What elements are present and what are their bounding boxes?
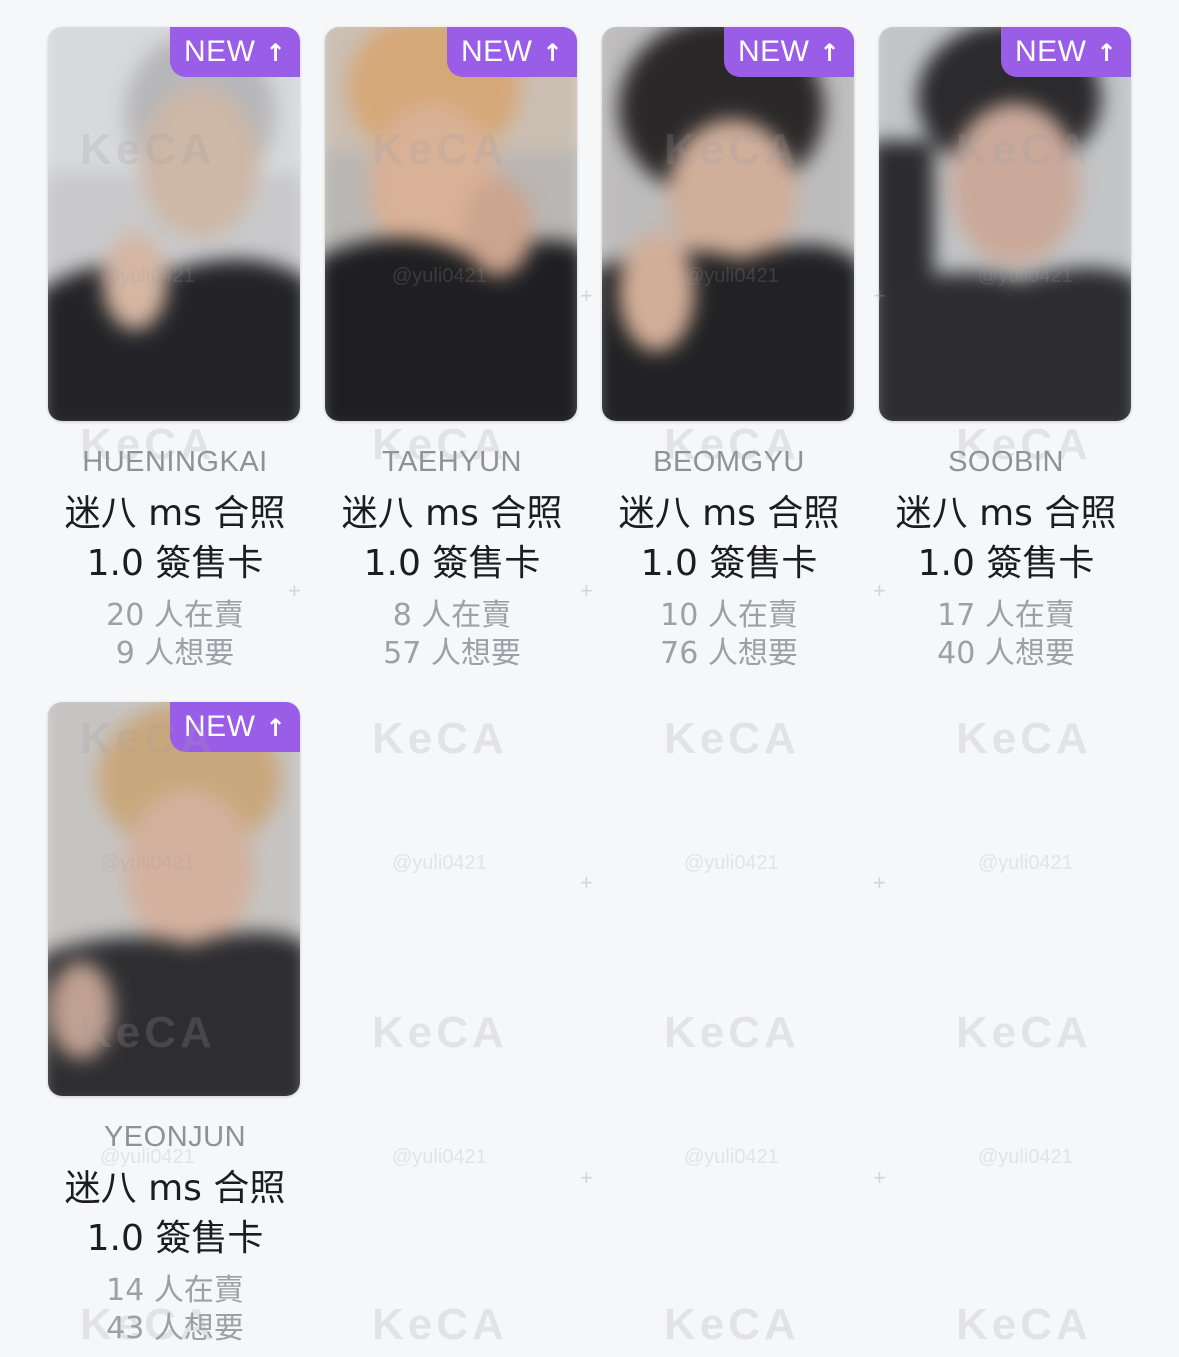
- photo-blurred-image: [48, 702, 300, 1096]
- arrow-up-icon: ↑: [265, 714, 287, 742]
- card-title-line1: 迷八 ms 合照: [341, 493, 563, 534]
- card-title: 迷八 ms 合照 1.0 簽售卡: [48, 489, 302, 589]
- card-title-line2: 1.0 簽售卡: [917, 543, 1095, 584]
- photocard-image[interactable]: NEW ↑: [48, 27, 300, 421]
- arrow-up-icon: ↑: [1096, 39, 1118, 67]
- selling-count: 17 人在賣: [937, 598, 1075, 633]
- photo-blurred-image: [602, 27, 854, 421]
- card-title: 迷八 ms 合照 1.0 簽售卡: [48, 1164, 302, 1264]
- photocard-item[interactable]: NEW ↑ HUENINGKAI 迷八 ms 合照 1.0 簽售卡 20 人在賣 …: [48, 27, 302, 673]
- wanting-count: 43 人想要: [106, 1311, 244, 1346]
- new-badge: NEW ↑: [447, 27, 577, 77]
- new-badge: NEW ↑: [170, 27, 300, 77]
- card-title: 迷八 ms 合照 1.0 簽售卡: [325, 489, 579, 589]
- photocard-image[interactable]: NEW ↑: [879, 27, 1131, 421]
- card-stats: 20 人在賣 9 人想要: [48, 597, 302, 673]
- selling-count: 10 人在賣: [660, 598, 798, 633]
- wanting-count: 9 人想要: [115, 636, 235, 671]
- card-title: 迷八 ms 合照 1.0 簽售卡: [879, 489, 1133, 589]
- selling-count: 20 人在賣: [106, 598, 244, 633]
- card-stats: 14 人在賣 43 人想要: [48, 1272, 302, 1348]
- member-name: YEONJUN: [103, 1121, 247, 1153]
- new-badge: NEW ↑: [170, 702, 300, 752]
- card-stats: 8 人在賣 57 人想要: [325, 597, 579, 673]
- photo-blurred-image: [48, 27, 300, 421]
- card-title-line1: 迷八 ms 合照: [64, 493, 286, 534]
- card-title-line2: 1.0 簽售卡: [86, 1218, 264, 1259]
- photocard-image[interactable]: NEW ↑: [325, 27, 577, 421]
- photocard-image[interactable]: NEW ↑: [602, 27, 854, 421]
- member-name: BEOMGYU: [653, 446, 805, 478]
- card-title-line2: 1.0 簽售卡: [640, 543, 818, 584]
- photo-blurred-image: [325, 27, 577, 421]
- photocard-item[interactable]: NEW ↑ SOOBIN 迷八 ms 合照 1.0 簽售卡 17 人在賣 40 人…: [879, 27, 1133, 673]
- selling-count: 8 人在賣: [392, 598, 512, 633]
- member-name: SOOBIN: [948, 446, 1064, 478]
- arrow-up-icon: ↑: [819, 39, 841, 67]
- photocard-item[interactable]: NEW ↑ YEONJUN 迷八 ms 合照 1.0 簽售卡 14 人在賣 43 …: [48, 702, 302, 1348]
- arrow-up-icon: ↑: [265, 39, 287, 67]
- card-title-line2: 1.0 簽售卡: [363, 543, 541, 584]
- wanting-count: 76 人想要: [660, 636, 798, 671]
- photo-blurred-image: [879, 27, 1131, 421]
- new-badge: NEW ↑: [1001, 27, 1131, 77]
- photocard-image[interactable]: NEW ↑: [48, 702, 300, 1096]
- card-title-line1: 迷八 ms 合照: [618, 493, 840, 534]
- new-badge: NEW ↑: [724, 27, 854, 77]
- wanting-count: 40 人想要: [937, 636, 1075, 671]
- arrow-up-icon: ↑: [542, 39, 564, 67]
- card-title: 迷八 ms 合照 1.0 簽售卡: [602, 489, 856, 589]
- card-title-line1: 迷八 ms 合照: [895, 493, 1117, 534]
- card-stats: 10 人在賣 76 人想要: [602, 597, 856, 673]
- member-name: HUENINGKAI: [82, 446, 268, 478]
- wanting-count: 57 人想要: [383, 636, 521, 671]
- photocard-grid: NEW ↑ HUENINGKAI 迷八 ms 合照 1.0 簽售卡 20 人在賣 …: [0, 0, 1179, 1357]
- card-title-line1: 迷八 ms 合照: [64, 1168, 286, 1209]
- card-title-line2: 1.0 簽售卡: [86, 543, 264, 584]
- card-stats: 17 人在賣 40 人想要: [879, 597, 1133, 673]
- selling-count: 14 人在賣: [106, 1273, 244, 1308]
- member-name: TAEHYUN: [382, 446, 522, 478]
- photocard-item[interactable]: NEW ↑ BEOMGYU 迷八 ms 合照 1.0 簽售卡 10 人在賣 76 …: [602, 27, 856, 673]
- photocard-item[interactable]: NEW ↑ TAEHYUN 迷八 ms 合照 1.0 簽售卡 8 人在賣 57 人…: [325, 27, 579, 673]
